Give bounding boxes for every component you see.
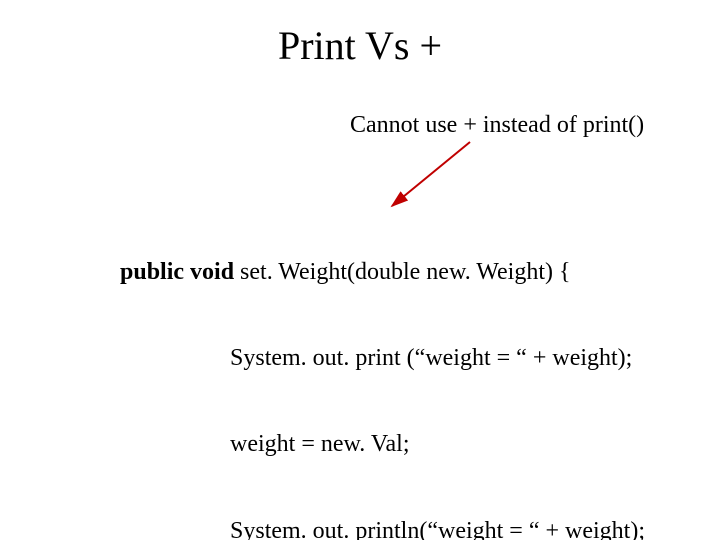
code-line-signature: public void set. Weight(double new. Weig… <box>120 258 645 287</box>
slide-title: Print Vs + <box>0 22 720 69</box>
annotation-text: Cannot use + instead of print() <box>350 112 644 139</box>
code-line-3: System. out. println(“weight = “ + weigh… <box>120 517 645 540</box>
keyword: public void <box>120 259 234 285</box>
slide: Print Vs + Cannot use + instead of print… <box>0 0 720 540</box>
code-block: public void set. Weight(double new. Weig… <box>120 200 645 540</box>
code-line-1: System. out. print (“weight = “ + weight… <box>120 344 645 373</box>
sig-rest: set. Weight(double new. Weight) { <box>234 259 570 285</box>
code-line-2: weight = new. Val; <box>120 430 645 459</box>
